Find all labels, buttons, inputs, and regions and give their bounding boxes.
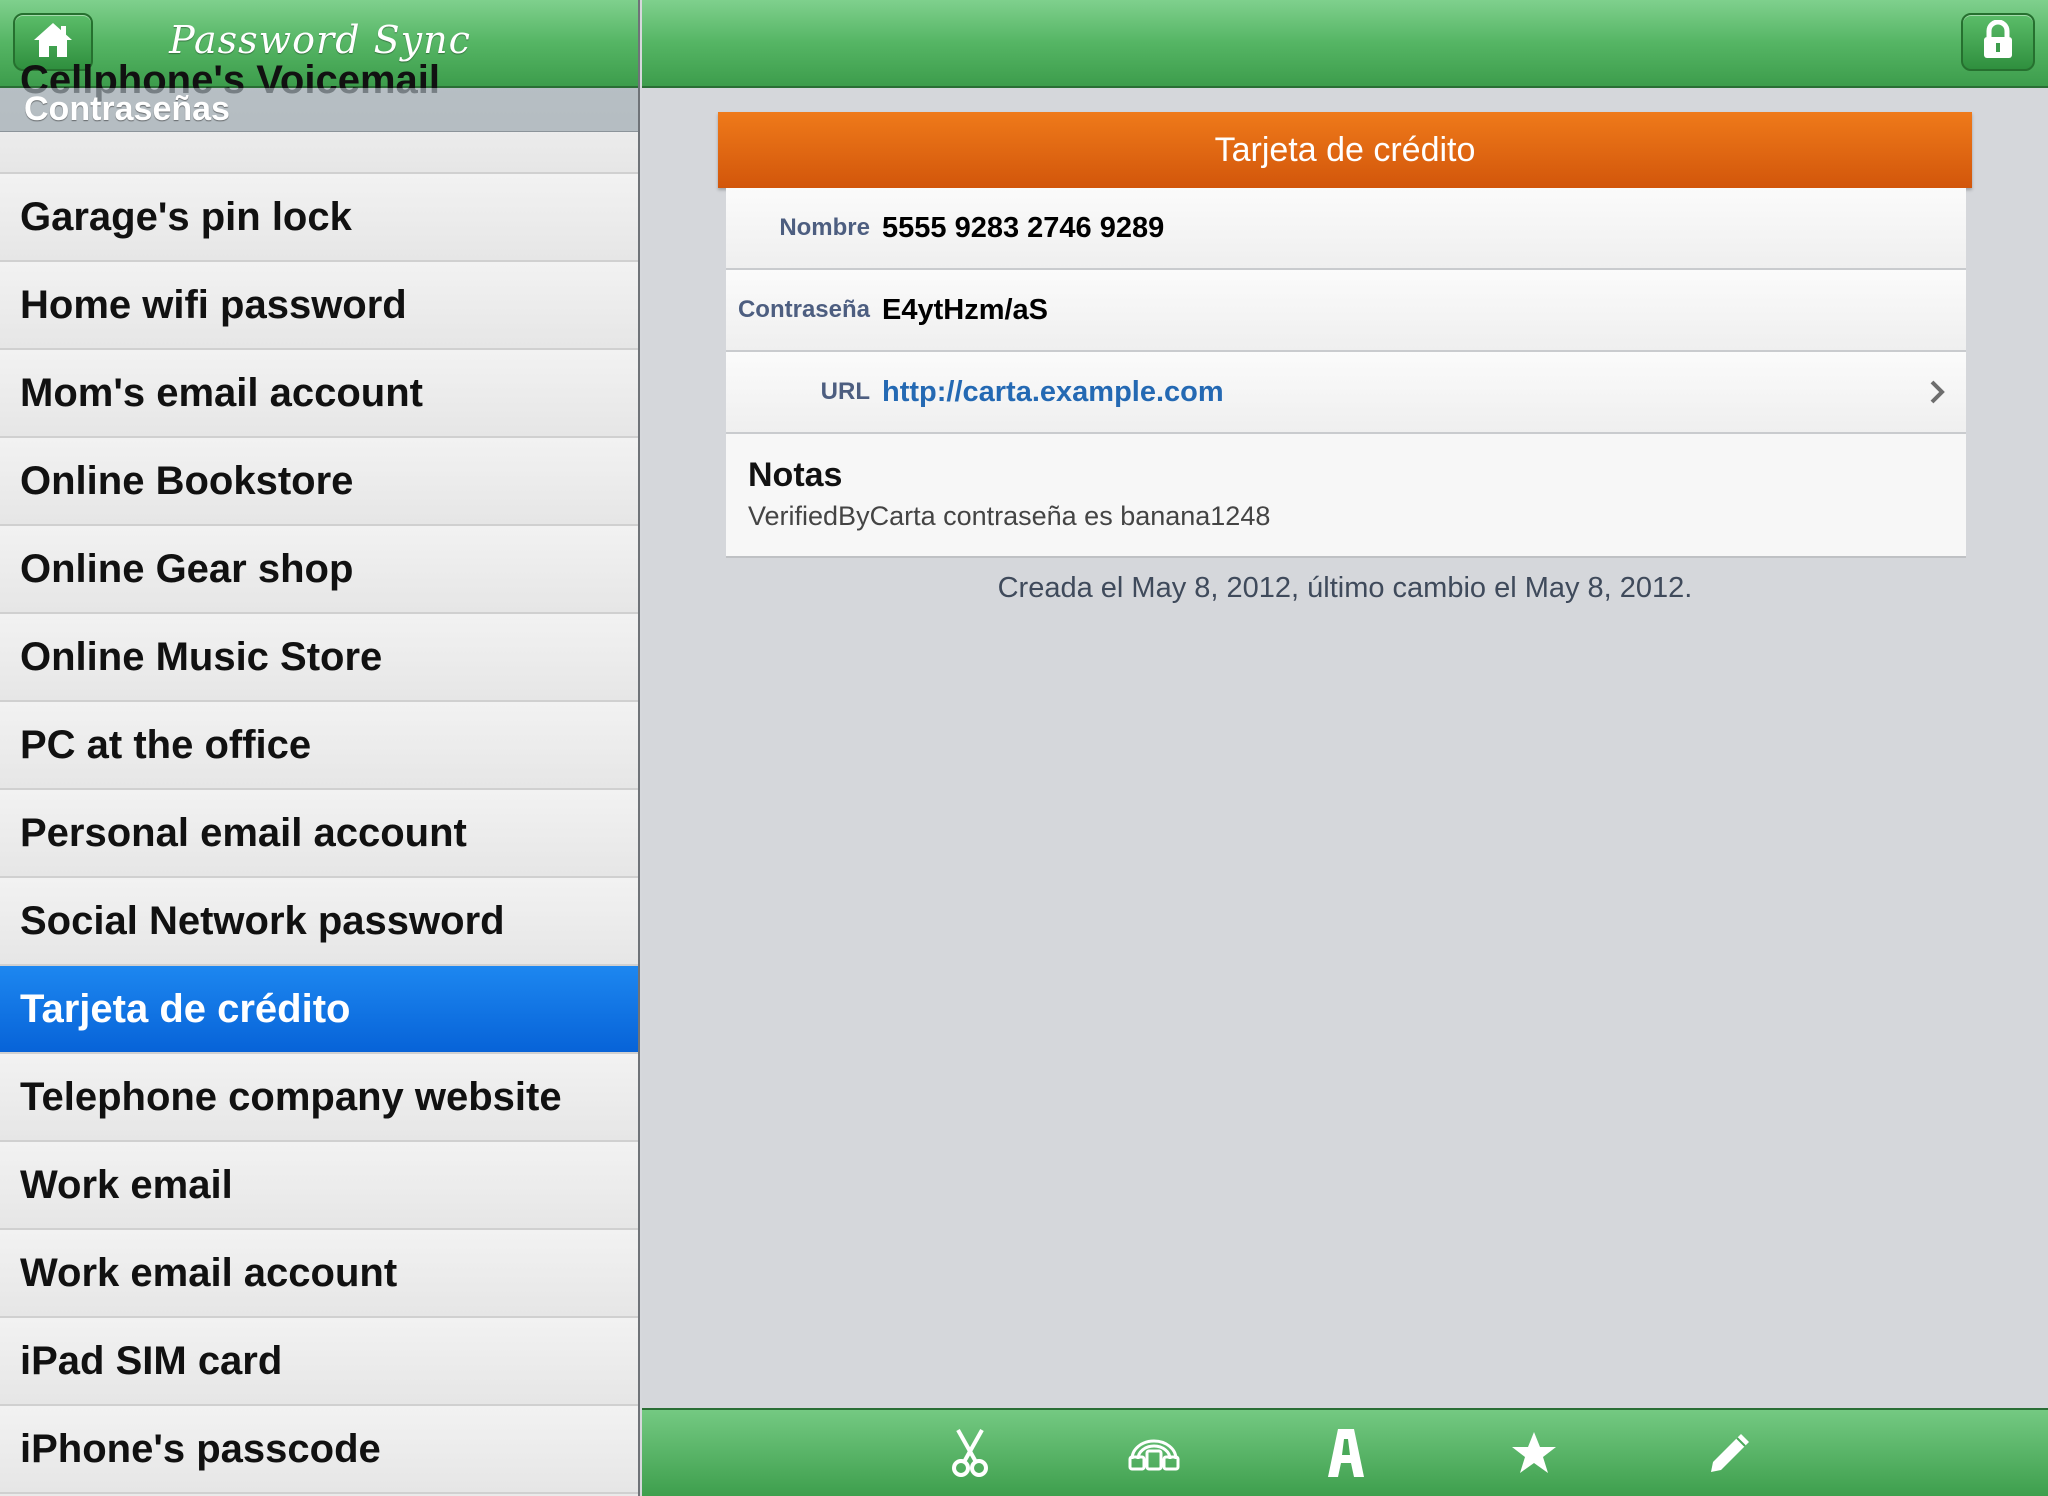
list-item-label: Online Music Store	[20, 634, 383, 679]
list-item[interactable]: PC at the office	[0, 702, 638, 790]
list-item-label: Telephone company website	[20, 1074, 562, 1119]
sync-button[interactable]	[1124, 1426, 1184, 1484]
list-item[interactable]: Work email account	[0, 1230, 638, 1318]
name-field[interactable]: Nombre 5555 9283 2746 9289	[726, 188, 1966, 270]
bottom-toolbar	[642, 1408, 2048, 1496]
notes-section: Notas VerifiedByCarta contraseña es bana…	[726, 434, 1966, 556]
list-item-label: Garage's pin lock	[20, 194, 352, 239]
section-header: Contraseñas	[0, 88, 638, 132]
list-item-label: iPad SIM card	[20, 1338, 283, 1383]
list-item-label: Home wifi password	[20, 282, 407, 327]
list-item[interactable]: iPhone's passcode	[0, 1406, 638, 1494]
detail-navbar	[642, 0, 2048, 88]
list-item[interactable]: Online Bookstore	[0, 438, 638, 526]
list-item-label: Mom's email account	[20, 370, 423, 415]
pencil-icon	[1707, 1430, 1753, 1481]
notes-text: VerifiedByCarta contraseña es banana1248	[748, 501, 1271, 531]
list-item-label: Social Network password	[20, 898, 505, 943]
url-field[interactable]: URL http://carta.example.com	[726, 352, 1966, 434]
entry-fields: Nombre 5555 9283 2746 9289 Contraseña E4…	[726, 188, 1966, 558]
list-item-label: Online Bookstore	[20, 458, 354, 503]
password-value[interactable]: E4ytHzm/aS	[882, 294, 1048, 327]
url-label: URL	[820, 378, 870, 405]
list-item-label: Tarjeta de crédito	[20, 986, 351, 1031]
detail-pane: Tarjeta de crédito Nombre 5555 9283 2746…	[642, 0, 2048, 1496]
font-button[interactable]	[1316, 1426, 1376, 1484]
name-value[interactable]: 5555 9283 2746 9289	[882, 212, 1164, 245]
list-item[interactable]: Garage's pin lock	[0, 174, 638, 262]
password-field[interactable]: Contraseña E4ytHzm/aS	[726, 270, 1966, 352]
timestamp-text: Creada el May 8, 2012, último cambio el …	[997, 572, 1693, 604]
app-title: Password Sync	[169, 18, 471, 62]
notes-title: Notas	[748, 456, 843, 494]
list-item-label: Work email account	[20, 1250, 398, 1295]
list-item-label: Work email	[20, 1162, 233, 1207]
edit-button[interactable]	[1700, 1426, 1760, 1484]
lock-button[interactable]	[1961, 13, 2035, 71]
list-item[interactable]: Social Network password	[0, 878, 638, 966]
list-item[interactable]: Telephone company website	[0, 1054, 638, 1142]
list-item[interactable]: Mom's email account	[0, 350, 638, 438]
scissors-icon	[948, 1428, 992, 1483]
password-list-pane: Password Sync Cellphone's Voicemail Gara…	[0, 0, 640, 1496]
password-list: Cellphone's Voicemail Garage's pin lock …	[0, 58, 638, 1494]
list-item[interactable]: Online Gear shop	[0, 526, 638, 614]
list-item[interactable]: Home wifi password	[0, 262, 638, 350]
name-label: Nombre	[779, 214, 870, 241]
font-icon	[1326, 1427, 1366, 1484]
star-icon	[1511, 1430, 1557, 1481]
list-item-label: PC at the office	[20, 722, 312, 767]
favorite-button[interactable]	[1504, 1426, 1564, 1484]
list-item[interactable]: Work email	[0, 1142, 638, 1230]
chevron-right-icon[interactable]	[1928, 378, 1946, 411]
list-item[interactable]: Personal email account	[0, 790, 638, 878]
list-item-label: Personal email account	[20, 810, 467, 855]
url-link[interactable]: http://carta.example.com	[882, 376, 1224, 409]
list-item[interactable]: iPad SIM card	[0, 1318, 638, 1406]
password-label: Contraseña	[737, 296, 870, 323]
entry-title: Tarjeta de crédito	[718, 112, 1972, 188]
lock-icon	[1981, 19, 2015, 65]
list-item-selected[interactable]: Tarjeta de crédito	[0, 966, 638, 1054]
sync-icon	[1126, 1433, 1182, 1478]
list-item[interactable]: Online Music Store	[0, 614, 638, 702]
list-item-label: iPhone's passcode	[20, 1426, 381, 1471]
list-item-label: Online Gear shop	[20, 546, 354, 591]
cut-button[interactable]	[940, 1426, 1000, 1484]
